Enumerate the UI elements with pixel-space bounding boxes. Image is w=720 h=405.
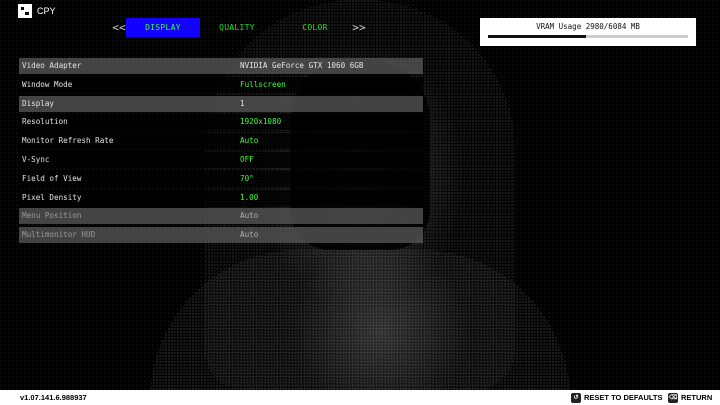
setting-name: Video Adapter <box>22 61 82 70</box>
logo-label: CPY <box>37 6 56 16</box>
vram-usage-label: VRAM Usage 2980/6084 MB <box>536 22 640 31</box>
vram-usage-panel: VRAM Usage 2980/6084 MB <box>480 18 696 46</box>
prev-tab-arrow-icon[interactable]: << <box>112 21 126 34</box>
return-button[interactable]: ⌫ RETURN <box>668 392 712 403</box>
setting-row-video-adapter[interactable]: Video Adapter NVIDIA GeForce GTX 1060 6G… <box>19 58 423 74</box>
setting-value: Fullscreen <box>240 79 286 89</box>
setting-value: Auto <box>240 230 259 240</box>
setting-row-resolution[interactable]: Resolution 1920x1080 <box>19 114 423 131</box>
next-tab-arrow-icon[interactable]: >> <box>352 21 366 34</box>
display-settings-list: Video Adapter NVIDIA GeForce GTX 1060 6G… <box>19 58 423 246</box>
tab-color[interactable]: COLOR <box>278 18 352 37</box>
reset-to-defaults-button[interactable]: ↺ RESET TO DEFAULTS <box>571 392 662 403</box>
setting-name: Display <box>22 98 55 108</box>
setting-row-v-sync[interactable]: V-Sync OFF <box>19 151 423 168</box>
setting-name: Resolution <box>22 117 68 127</box>
logo: CPY <box>18 4 56 18</box>
setting-name: Multimonitor HUD <box>22 230 96 240</box>
cpy-logo-icon <box>18 4 32 18</box>
tab-bar: << DISPLAY QUALITY COLOR >> <box>112 18 366 37</box>
setting-row-menu-position[interactable]: Menu Position Auto <box>19 208 423 225</box>
setting-row-window-mode[interactable]: Window Mode Fullscreen <box>19 76 423 93</box>
setting-row-field-of-view[interactable]: Field of View 70° <box>19 170 423 187</box>
settings-screen: CPY << DISPLAY QUALITY COLOR >> VRAM Usa… <box>0 0 720 405</box>
tab-display[interactable]: DISPLAY <box>126 18 200 37</box>
setting-value: OFF <box>240 154 254 164</box>
setting-value: Auto <box>240 211 259 221</box>
setting-name: Menu Position <box>22 211 82 221</box>
version-label: v1.07.141.6.988937 <box>20 393 87 402</box>
setting-name: Field of View <box>22 173 82 183</box>
setting-name: Pixel Density <box>22 192 82 202</box>
setting-row-multimonitor-hud[interactable]: Multimonitor HUD Auto <box>19 227 423 244</box>
setting-row-display[interactable]: Display 1 <box>19 95 423 112</box>
footer-bar: v1.07.141.6.988937 ↺ RESET TO DEFAULTS ⌫… <box>0 390 720 405</box>
setting-name: V-Sync <box>22 154 50 164</box>
vram-usage-fill <box>488 35 586 38</box>
setting-value: Auto <box>240 136 259 146</box>
setting-row-pixel-density[interactable]: Pixel Density 1.00 <box>19 189 423 206</box>
reset-label: RESET TO DEFAULTS <box>584 393 663 402</box>
escape-key-icon: ⌫ <box>668 392 678 403</box>
setting-value: 1920x1080 <box>240 117 282 127</box>
reset-key-icon: ↺ <box>571 392 581 403</box>
vram-usage-bar <box>488 35 688 38</box>
setting-name: Window Mode <box>22 79 73 89</box>
setting-value: 1.00 <box>240 192 259 202</box>
tab-quality[interactable]: QUALITY <box>200 18 274 37</box>
setting-value: NVIDIA GeForce GTX 1060 6GB <box>240 61 364 70</box>
setting-row-monitor-refresh-rate[interactable]: Monitor Refresh Rate Auto <box>19 133 423 150</box>
return-label: RETURN <box>681 393 713 402</box>
setting-value: 1 <box>240 98 245 108</box>
setting-value: 70° <box>240 173 254 183</box>
setting-name: Monitor Refresh Rate <box>22 136 114 146</box>
